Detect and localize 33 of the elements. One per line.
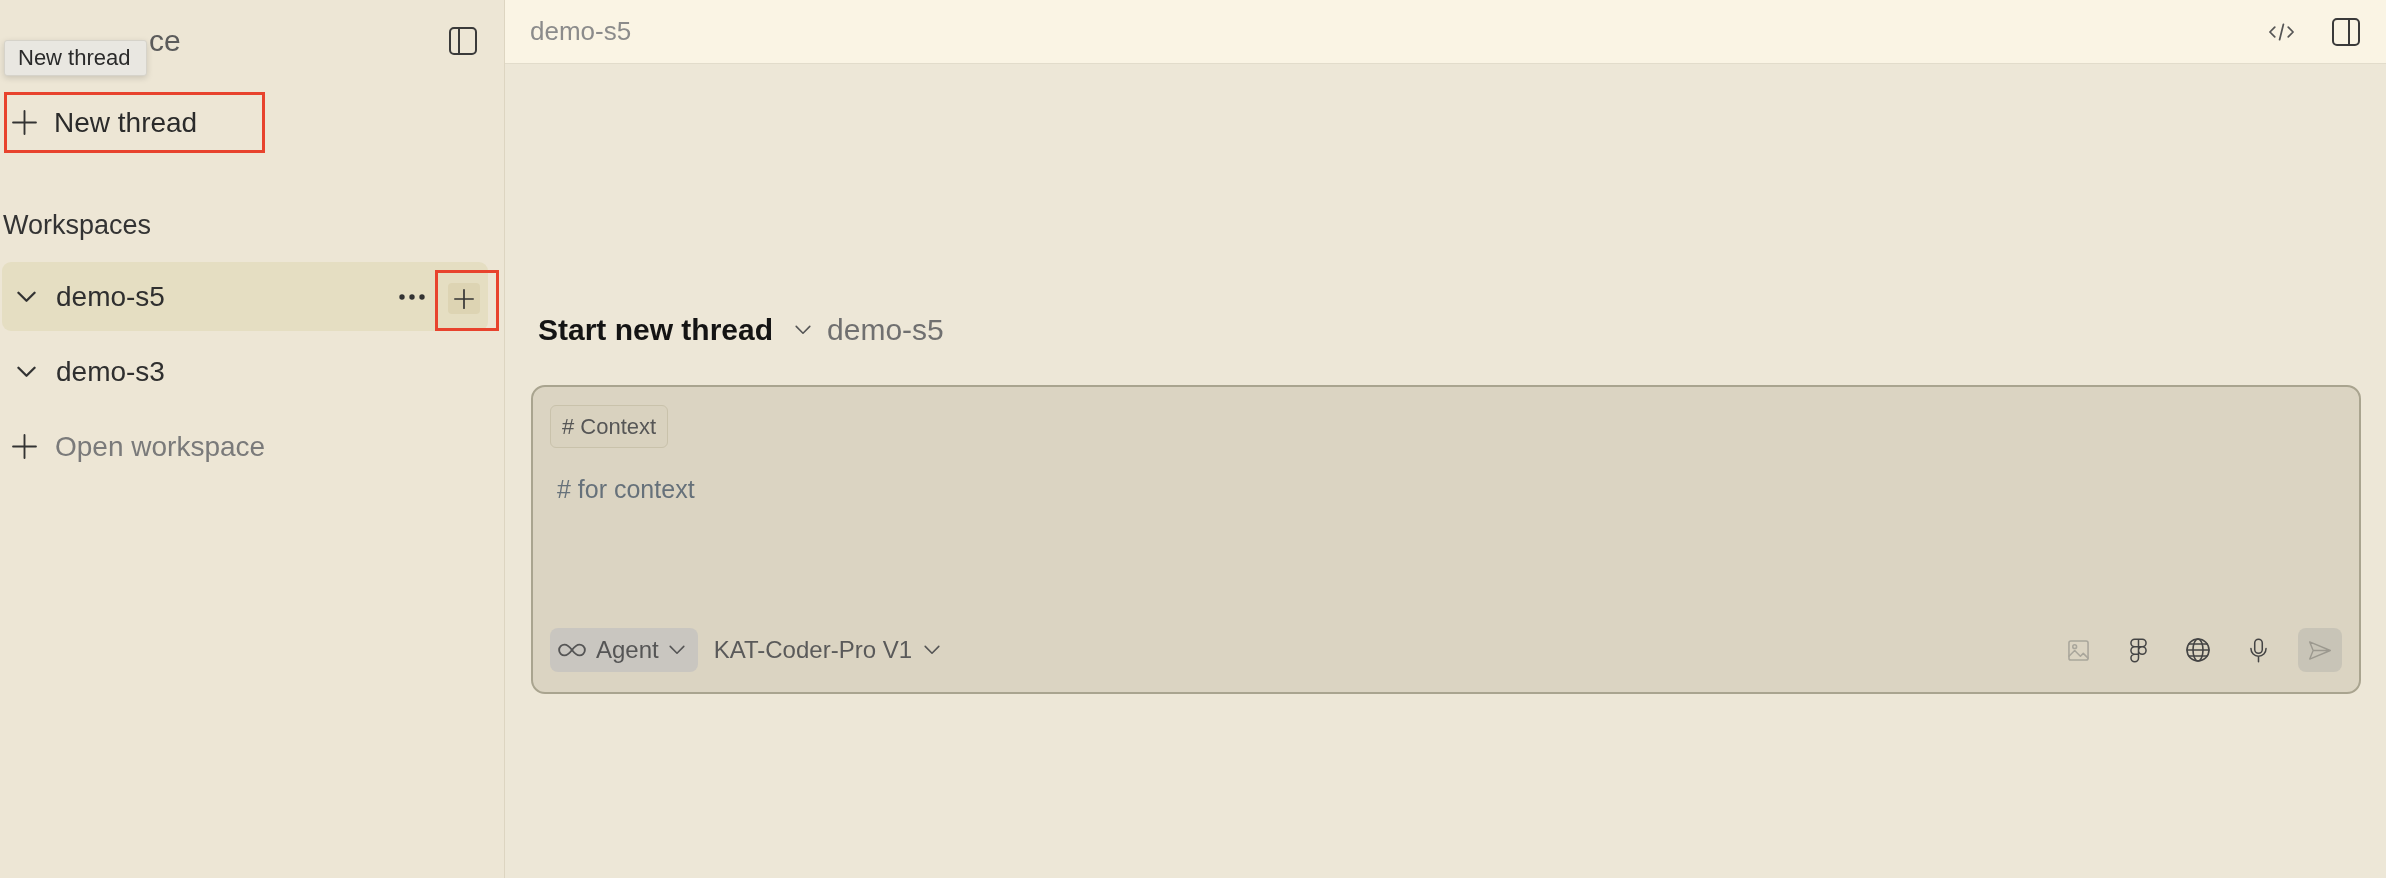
panel-icon[interactable] — [2332, 17, 2360, 46]
message-composer[interactable]: # Context # for context Agent KAT-Coder-Pro V1 — [531, 385, 2361, 694]
sidebar-toggle-icon[interactable] — [449, 27, 477, 55]
add-thread-button[interactable] — [448, 283, 480, 314]
tooltip: New thread — [4, 40, 147, 76]
globe-icon[interactable] — [2186, 638, 2210, 662]
plus-icon — [12, 434, 37, 459]
workspace-item[interactable]: demo-s3 — [2, 337, 488, 406]
plus-icon — [12, 110, 37, 135]
plus-icon — [454, 288, 474, 309]
model-dropdown[interactable]: KAT-Coder-Pro V1 — [713, 636, 940, 664]
workspace-picker[interactable]: demo-s5 — [795, 313, 944, 347]
more-icon[interactable] — [399, 293, 425, 300]
chevron-icon[interactable] — [17, 365, 36, 378]
infinity-icon — [558, 643, 586, 657]
context-chip[interactable]: # Context — [550, 405, 669, 448]
workspace-item[interactable]: demo-s5 — [2, 262, 488, 331]
app-title: ce — [149, 23, 181, 59]
composer-heading: Start new thread — [538, 313, 774, 347]
message-field[interactable]: # for context — [550, 460, 2342, 628]
stacked-shapes-icon[interactable] — [2129, 637, 2147, 663]
chevron-icon[interactable] — [17, 290, 36, 303]
code-icon[interactable] — [2268, 22, 2295, 41]
chevron-icon — [795, 325, 812, 335]
microphone-icon[interactable] — [2249, 637, 2267, 663]
open-workspace-button[interactable]: Open workspace — [2, 412, 266, 481]
header-title: demo-s5 — [530, 16, 632, 47]
new-thread-button[interactable]: New thread — [4, 92, 265, 153]
mode-dropdown[interactable]: Agent — [550, 628, 698, 672]
chevron-icon — [668, 645, 685, 655]
chevron-icon — [924, 645, 940, 655]
section-label: Workspaces — [3, 209, 152, 241]
send-icon — [2308, 639, 2332, 661]
